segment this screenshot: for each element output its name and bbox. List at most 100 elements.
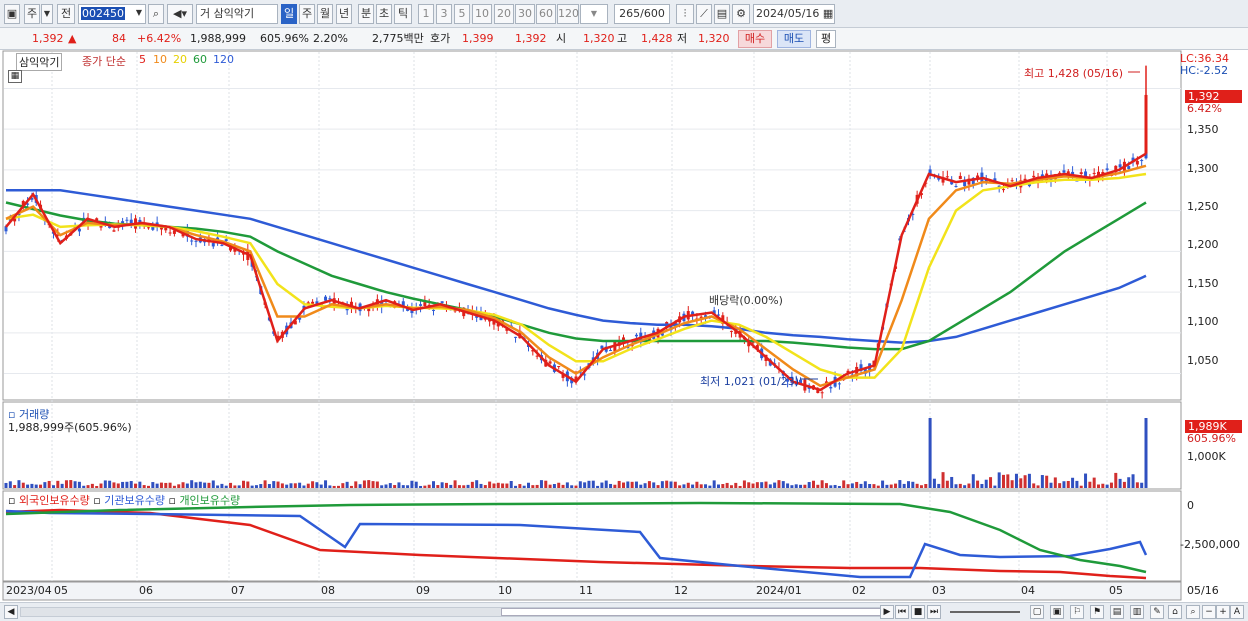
dividend-label: 배당락(0.00%) (709, 294, 783, 307)
volume-bar (77, 481, 81, 488)
volume-bar (1144, 418, 1148, 488)
zoom-out-icon[interactable]: − (1202, 605, 1216, 619)
chevron-down-icon[interactable]: ▼ (132, 4, 146, 24)
holdings-tick: 0 (1187, 499, 1194, 512)
volume-bar (518, 484, 522, 488)
line-tool-icon[interactable]: ⟋ (696, 4, 712, 24)
volume-bar (164, 482, 168, 488)
volume-bar (604, 480, 608, 488)
scroll-right-icon[interactable]: ▶ (880, 605, 894, 619)
price-chart-svg[interactable] (0, 50, 1248, 602)
tool-icon[interactable]: ▤ (1110, 605, 1124, 619)
volume-bar (488, 481, 492, 488)
candle-body (432, 309, 435, 311)
volume-bar (522, 485, 526, 488)
period-week[interactable]: 주 (299, 4, 315, 24)
tool-icon[interactable]: ▢ (1030, 605, 1044, 619)
play-icon[interactable]: ⏭ (927, 605, 941, 619)
period-year[interactable]: 년 (336, 4, 352, 24)
volume-bar (108, 480, 112, 488)
volume-bar (293, 483, 297, 488)
search-icon[interactable]: ⌕ (148, 4, 164, 24)
volume-bar (444, 482, 448, 488)
tool-icon[interactable]: ⚑ (1090, 605, 1104, 619)
zoom-in-icon[interactable]: + (1216, 605, 1230, 619)
volume-bar (129, 481, 133, 488)
ma-10-line (5, 164, 1147, 388)
stock-name-field[interactable]: 거 삼익악기 (196, 4, 278, 24)
market-select[interactable]: 주 (24, 4, 40, 24)
tool-icon[interactable]: ⌂ (1168, 605, 1182, 619)
scrollbar-track[interactable] (20, 607, 881, 617)
average-button[interactable]: 평 (816, 30, 836, 48)
date-field[interactable]: 2024/05/16 ▦ (753, 4, 835, 24)
volume-bar (1062, 481, 1066, 488)
volume-bar (950, 476, 954, 488)
volume-bar (457, 485, 461, 488)
font-icon[interactable]: A (1230, 605, 1244, 619)
interval-60[interactable]: 60 (536, 4, 556, 24)
candle-body (958, 175, 962, 180)
period-second[interactable]: 초 (376, 4, 392, 24)
tool-icon[interactable]: ✎ (1150, 605, 1164, 619)
volume-bar (121, 481, 125, 488)
interval-30[interactable]: 30 (515, 4, 535, 24)
period-day[interactable]: 일 (281, 4, 297, 24)
zoom-slider[interactable] (950, 611, 1020, 613)
volume-bar (777, 480, 781, 488)
candle-body (220, 244, 224, 246)
volume-bar (915, 483, 919, 488)
period-minute[interactable]: 분 (358, 4, 374, 24)
x-label: 08 (321, 584, 335, 597)
chart-area[interactable]: 삼익악기 종가 단순 5 10 20 60 120 ▦ LC:36.34 HC:… (0, 50, 1248, 602)
first-icon[interactable]: ⏮ (895, 605, 909, 619)
candle-body (837, 383, 841, 385)
tool-icon[interactable]: ▣ (1050, 605, 1064, 619)
volume-bar (147, 485, 150, 488)
interval-10[interactable]: 10 (472, 4, 492, 24)
chevron-down-icon[interactable]: ▼ (41, 4, 53, 24)
volume-bar (837, 485, 841, 488)
interval-1[interactable]: 1 (418, 4, 434, 24)
volume-bar (626, 481, 630, 488)
volume-bar (159, 482, 163, 488)
interval-5[interactable]: 5 (454, 4, 470, 24)
prev-button[interactable]: 전 (57, 4, 75, 24)
count-field[interactable]: 265/600 (614, 4, 670, 24)
layout-icon[interactable]: ▣ (4, 4, 20, 24)
buy-button[interactable]: 매수 (738, 30, 772, 48)
volume-bar (483, 485, 487, 488)
volume-bar (345, 481, 349, 488)
volume-bar (21, 482, 25, 488)
volume-bar (984, 479, 988, 488)
gear-icon[interactable]: ⚙ (732, 4, 750, 24)
interval-120[interactable]: 120 (557, 4, 579, 24)
candle-body (147, 227, 150, 229)
sell-button[interactable]: 매도 (777, 30, 811, 48)
volume-badge-pct: 605.96% (1187, 432, 1236, 445)
interval-dropdown[interactable]: ▼ (580, 4, 608, 24)
period-tick[interactable]: 틱 (394, 4, 412, 24)
search-icon[interactable]: ⌕ (1186, 605, 1200, 619)
volume-bar (362, 480, 366, 488)
volume-bar (643, 483, 647, 488)
volume-bar (1084, 473, 1088, 488)
scrollbar-thumb[interactable] (501, 608, 881, 616)
save-icon[interactable]: ▤ (714, 4, 730, 24)
volume-bar (699, 484, 703, 488)
ma-label: 종가 단순 (82, 55, 126, 68)
interval-3[interactable]: 3 (436, 4, 452, 24)
volume-bar (470, 481, 474, 488)
scroll-left-icon[interactable]: ◀ (4, 605, 18, 619)
calculator-icon[interactable]: ▦ (8, 70, 22, 83)
speaker-icon[interactable]: ◀▾ (167, 4, 193, 24)
interval-20[interactable]: 20 (494, 4, 514, 24)
volume-bar (928, 418, 932, 488)
chart-type-icon[interactable]: ⫶ (676, 4, 694, 24)
period-month[interactable]: 월 (317, 4, 333, 24)
tool-icon[interactable]: ▥ (1130, 605, 1144, 619)
tool-icon[interactable]: ⚐ (1070, 605, 1084, 619)
volume-bar (574, 485, 578, 488)
stop-icon[interactable]: ■ (911, 605, 925, 619)
candle-body (168, 232, 172, 234)
